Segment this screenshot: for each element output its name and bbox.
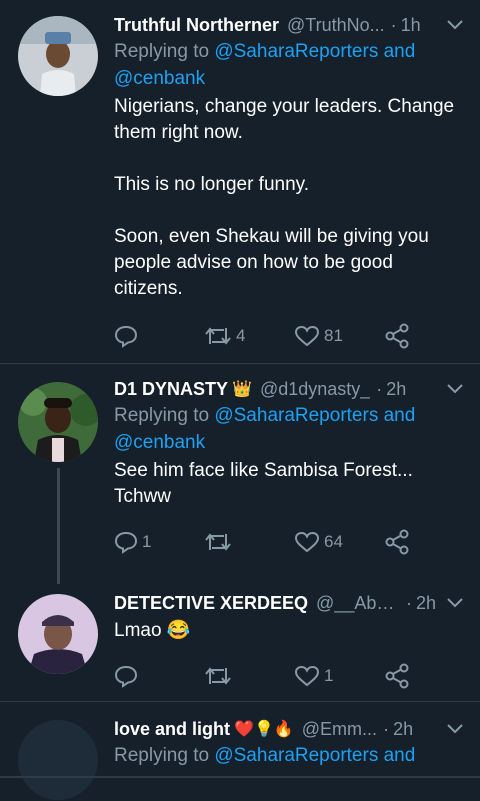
heart-icon xyxy=(294,324,320,348)
chevron-down-icon[interactable] xyxy=(436,19,464,31)
tweet-header: DETECTIVE XERDEEQ @__Abb... · 2h xyxy=(114,590,464,616)
like-count: 1 xyxy=(324,666,334,685)
replying-to-label: Replying to xyxy=(114,745,215,766)
share-button[interactable] xyxy=(384,323,414,349)
replying-to-label: Replying to xyxy=(114,41,215,62)
reply-count: 1 xyxy=(142,532,152,551)
retweet-icon xyxy=(204,530,232,554)
separator-dot: · xyxy=(376,378,383,399)
retweet-icon xyxy=(204,324,232,348)
timestamp[interactable]: 1h xyxy=(401,15,421,36)
replying-to-link[interactable]: @SaharaReporters and xyxy=(214,745,415,766)
retweet-button[interactable]: 4 xyxy=(204,324,294,348)
like-button[interactable]: 64 xyxy=(294,530,384,554)
separator-dot: · xyxy=(383,718,390,739)
replying-to: Replying to @SaharaReporters and @cenban… xyxy=(114,402,464,456)
tweet-text: Lmao 😂 xyxy=(114,620,191,641)
avatar[interactable] xyxy=(18,594,98,674)
like-button[interactable]: 81 xyxy=(294,324,384,348)
tweet-actions: 4 81 xyxy=(114,316,464,356)
tweet-actions: 1 xyxy=(114,656,464,696)
display-name[interactable]: DETECTIVE XERDEEQ xyxy=(114,593,308,614)
replying-to: Replying to @SaharaReporters and @cenban… xyxy=(114,38,464,92)
retweet-button[interactable] xyxy=(204,664,294,688)
reply-icon xyxy=(114,664,138,688)
user-handle[interactable]: @TruthNo... xyxy=(287,15,385,36)
reply-icon xyxy=(114,324,138,348)
chevron-down-icon[interactable] xyxy=(436,383,464,395)
avatar[interactable] xyxy=(18,16,98,96)
reply-icon xyxy=(114,530,138,554)
heart-icon xyxy=(294,664,320,688)
tweet[interactable]: love and light ❤️💡🔥 @Emm... · 2h Replyin… xyxy=(0,702,480,801)
tweet[interactable]: D1 DYNASTY 👑 @d1dynasty_ · 2h Replying t… xyxy=(0,364,480,584)
replying-to: Replying to @SaharaReporters and xyxy=(114,742,464,769)
tweet-header: love and light ❤️💡🔥 @Emm... · 2h xyxy=(114,716,464,742)
tweet-text: Nigerians, change your leaders. Change t… xyxy=(114,96,455,299)
retweet-icon xyxy=(204,664,232,688)
tweet-actions: 1 64 xyxy=(114,522,464,562)
timestamp[interactable]: 2h xyxy=(416,593,436,614)
avatar[interactable] xyxy=(18,720,98,800)
share-icon xyxy=(384,529,410,555)
user-handle[interactable]: @d1dynasty_ xyxy=(260,379,370,400)
share-icon xyxy=(384,323,410,349)
display-name[interactable]: Truthful Northerner xyxy=(114,15,279,36)
reply-button[interactable]: 1 xyxy=(114,530,204,554)
timestamp[interactable]: 2h xyxy=(393,719,413,740)
bottom-divider xyxy=(0,776,480,778)
share-icon xyxy=(384,663,410,689)
separator-dot: · xyxy=(390,14,397,35)
separator-dot: · xyxy=(405,592,412,613)
timestamp[interactable]: 2h xyxy=(386,379,406,400)
emoji-badges: ❤️💡🔥 xyxy=(234,721,294,738)
retweet-count: 4 xyxy=(236,326,246,345)
reply-button[interactable] xyxy=(114,324,204,348)
tweet-header: D1 DYNASTY 👑 @d1dynasty_ · 2h xyxy=(114,376,464,402)
heart-icon xyxy=(294,530,320,554)
share-button[interactable] xyxy=(384,663,414,689)
display-name[interactable]: D1 DYNASTY xyxy=(114,379,228,400)
replying-to-label: Replying to xyxy=(114,405,215,426)
avatar[interactable] xyxy=(18,382,98,462)
share-button[interactable] xyxy=(384,529,414,555)
like-button[interactable]: 1 xyxy=(294,664,384,688)
chevron-down-icon[interactable] xyxy=(436,723,464,735)
like-count: 81 xyxy=(324,326,343,345)
chevron-down-icon[interactable] xyxy=(436,597,464,609)
like-count: 64 xyxy=(324,532,343,551)
thread-line xyxy=(57,468,60,584)
retweet-button[interactable] xyxy=(204,530,294,554)
tweet-header: Truthful Northerner @TruthNo... · 1h xyxy=(114,12,464,38)
user-handle[interactable]: @__Abb... xyxy=(316,593,400,614)
display-name[interactable]: love and light xyxy=(114,719,230,740)
reply-button[interactable] xyxy=(114,664,204,688)
user-handle[interactable]: @Emm... xyxy=(302,719,377,740)
tweet-text: See him face like Sambisa Forest... Tchw… xyxy=(114,460,413,507)
tweet[interactable]: DETECTIVE XERDEEQ @__Abb... · 2h Lmao 😂 xyxy=(0,582,480,702)
crown-emoji: 👑 xyxy=(232,381,252,398)
tweet[interactable]: Truthful Northerner @TruthNo... · 1h Rep… xyxy=(0,0,480,364)
tweet-feed: Truthful Northerner @TruthNo... · 1h Rep… xyxy=(0,0,480,801)
